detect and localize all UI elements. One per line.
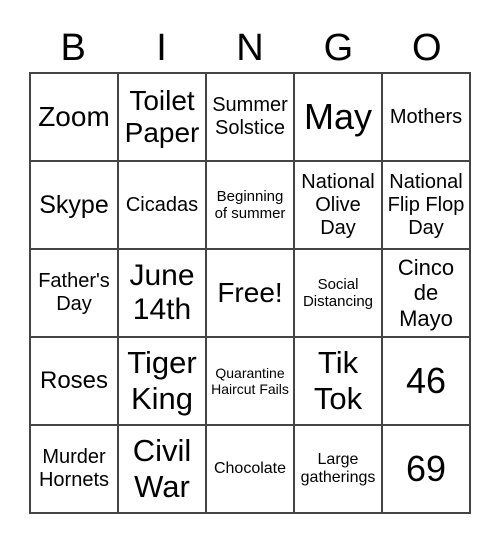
free-space-cell[interactable]: Free! bbox=[206, 249, 294, 337]
bingo-cell[interactable]: Cicadas bbox=[118, 161, 206, 249]
bingo-cell[interactable]: Social Distancing bbox=[294, 249, 382, 337]
bingo-cell[interactable]: Civil War bbox=[118, 425, 206, 513]
bingo-cell[interactable]: May bbox=[294, 73, 382, 161]
bingo-cell[interactable]: Father's Day bbox=[30, 249, 118, 337]
bingo-cell[interactable]: 69 bbox=[382, 425, 470, 513]
bingo-cell[interactable]: Chocolate bbox=[206, 425, 294, 513]
bingo-cell[interactable]: Skype bbox=[30, 161, 118, 249]
bingo-cell[interactable]: Murder Hornets bbox=[30, 425, 118, 513]
bingo-header: B I N G O bbox=[29, 26, 471, 70]
bingo-cell[interactable]: Summer Solstice bbox=[206, 73, 294, 161]
header-letter-n: N bbox=[236, 27, 264, 69]
bingo-cell[interactable]: Quarantine Haircut Fails bbox=[206, 337, 294, 425]
bingo-cell[interactable]: Toilet Paper bbox=[118, 73, 206, 161]
bingo-cell[interactable]: Beginning of summer bbox=[206, 161, 294, 249]
bingo-cell[interactable]: Tik Tok bbox=[294, 337, 382, 425]
bingo-cell[interactable]: Mothers bbox=[382, 73, 470, 161]
bingo-cell[interactable]: National Flip Flop Day bbox=[382, 161, 470, 249]
header-letter-b: B bbox=[60, 27, 86, 69]
header-letter-i: I bbox=[156, 27, 167, 69]
bingo-cell[interactable]: Cinco de Mayo bbox=[382, 249, 470, 337]
bingo-cell[interactable]: Large gatherings bbox=[294, 425, 382, 513]
bingo-grid: Zoom Toilet Paper Summer Solstice May Mother… bbox=[29, 72, 471, 514]
bingo-cell[interactable]: 46 bbox=[382, 337, 470, 425]
bingo-cell[interactable]: National Olive Day bbox=[294, 161, 382, 249]
header-letter-o: O bbox=[411, 27, 442, 69]
bingo-cell[interactable]: June 14th bbox=[118, 249, 206, 337]
bingo-cell[interactable]: Tiger King bbox=[118, 337, 206, 425]
bingo-cell[interactable]: Zoom bbox=[30, 73, 118, 161]
header-letter-g: G bbox=[323, 27, 354, 69]
bingo-cell[interactable]: Roses bbox=[30, 337, 118, 425]
